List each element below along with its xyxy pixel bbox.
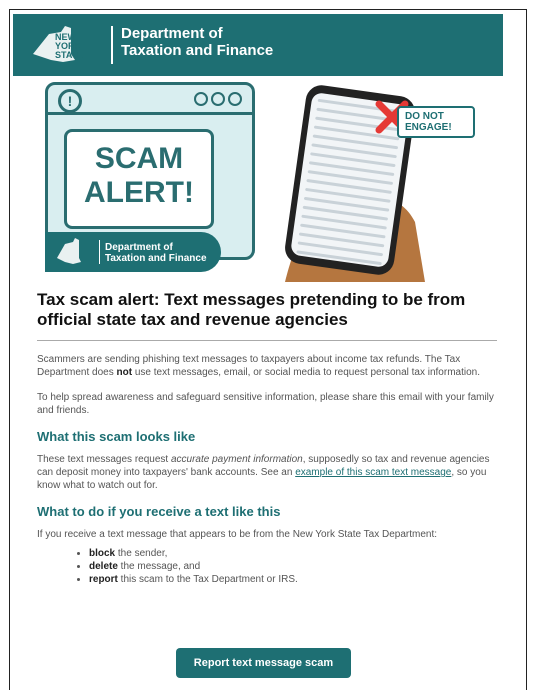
looks-emphasis: accurate payment information [170, 454, 303, 465]
hero-graphic: ! SCAM ALERT! Department of Taxation and… [45, 82, 475, 282]
alert-window-bar: ! [48, 85, 252, 115]
window-dots-icon [191, 92, 242, 111]
bullet-text: the message, and [117, 561, 201, 572]
department-line-1: Department of [121, 25, 223, 42]
department-name: Department of Taxation and Finance [121, 25, 273, 59]
intro-paragraph: Scammers are sending phishing text messa… [37, 353, 497, 379]
intro-not-bold: not [116, 367, 133, 378]
do-not-engage-badge: DO NOT ENGAGE! [397, 106, 475, 138]
actions-list: block the sender, delete the message, an… [37, 547, 497, 586]
department-line-2: Taxation and Finance [121, 42, 274, 59]
logo-divider [111, 26, 113, 64]
mini-department-name: Department of Taxation and Finance [105, 242, 207, 264]
example-text-link[interactable]: example of this scam text message [295, 467, 451, 478]
ny-state-logo-icon: NEW YORK STATE [33, 26, 83, 62]
mini-logo-divider [99, 240, 100, 264]
article-body: Tax scam alert: Text messages pretending… [37, 290, 497, 586]
title-divider [37, 340, 497, 341]
bullet-text: this scam to the Tax Department or IRS. [117, 574, 298, 585]
scam-alert-box: SCAM ALERT! [64, 129, 214, 229]
looks-like-paragraph: These text messages request accurate pay… [37, 453, 497, 492]
article-title: Tax scam alert: Text messages pretending… [37, 290, 466, 329]
list-item: block the sender, [89, 547, 497, 560]
mini-dept-line-2: Taxation and Finance [105, 253, 207, 264]
intro-text-b: use text messages, email, or social medi… [132, 367, 480, 378]
bullet-bold: delete [89, 561, 118, 572]
alert-text: ALERT! [84, 176, 194, 209]
looks-like-heading: What this scam looks like [37, 429, 196, 444]
bullet-bold: block [89, 548, 116, 559]
exclamation-icon: ! [58, 89, 82, 113]
list-item: report this scam to the Tax Department o… [89, 573, 497, 586]
ny-state-mini-logo-icon [57, 238, 81, 264]
svg-text:STATE: STATE [55, 50, 83, 60]
share-paragraph: To help spread awareness and safeguard s… [37, 392, 494, 416]
bullet-bold: report [89, 574, 118, 585]
mini-department-banner: Department of Taxation and Finance [45, 232, 221, 272]
header-banner: NEW YORK STATE Department of Taxation an… [13, 14, 503, 76]
looks-text-a: These text messages request [37, 454, 171, 465]
list-item: delete the message, and [89, 560, 497, 573]
scam-text: SCAM [94, 142, 184, 175]
bullet-text: the sender, [115, 548, 168, 559]
report-scam-button[interactable]: Report text message scam [176, 648, 351, 678]
mini-dept-line-1: Department of [105, 242, 173, 253]
what-to-do-heading: What to do if you receive a text like th… [37, 504, 281, 519]
what-to-do-paragraph: If you receive a text message that appea… [37, 529, 438, 540]
